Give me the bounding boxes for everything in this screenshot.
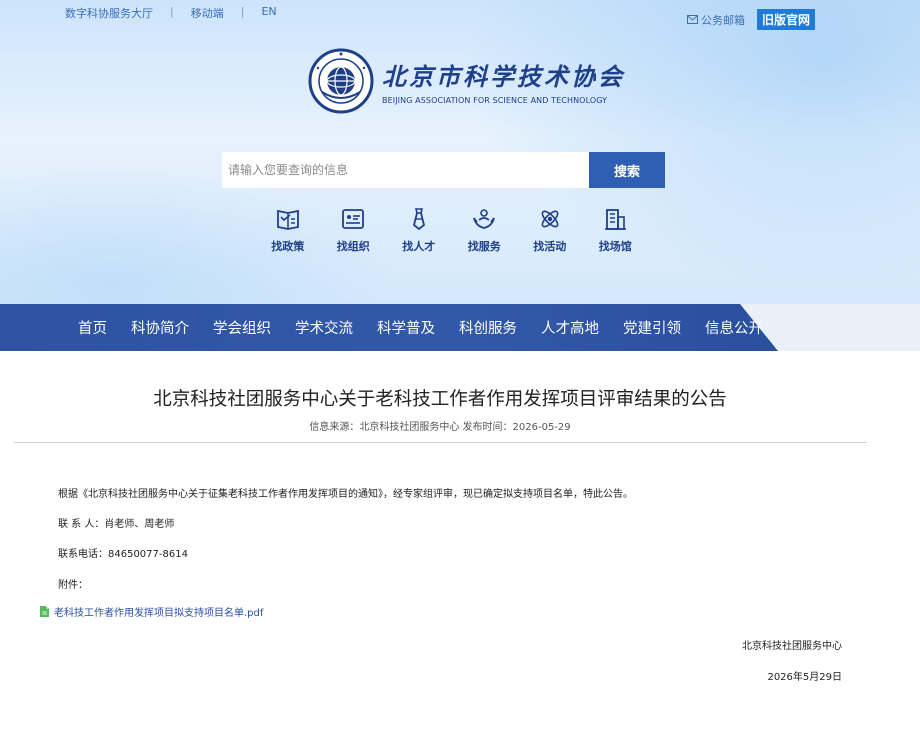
logo-name-cn: 北京市科学技术协会 — [382, 62, 625, 91]
contact-phone: 联系电话：84650077-8614 — [58, 549, 188, 560]
venue-icon — [605, 209, 627, 230]
page-header: 数字科协服务大厅 | 移动端 | EN 公务邮箱 旧版官网 北京市科学技术协会 … — [0, 0, 920, 304]
article-title: 北京科技社团服务中心关于老科技工作者作用发挥项目评审结果的公告 — [153, 389, 727, 410]
attachment-label: 附件： — [58, 580, 88, 591]
nav-item-academic[interactable]: 学术交流 — [283, 317, 365, 338]
mail-icon — [686, 15, 698, 24]
talent-icon — [412, 208, 425, 231]
quick-link-activity[interactable]: 找活动 — [517, 206, 583, 254]
nav-item-science-popularization[interactable]: 科学普及 — [365, 317, 447, 338]
article-date: 2026年5月29日 — [767, 672, 842, 683]
top-links: 数字科协服务大厅 | 移动端 | EN — [65, 5, 277, 21]
mail-link[interactable]: 公务邮箱 — [686, 12, 745, 28]
main-nav: 首页 科协简介 学会组织 学术交流 科学普及 科创服务 人才高地 党建引领 信息… — [0, 304, 920, 351]
old-site-button[interactable]: 旧版官网 — [756, 9, 815, 30]
nav-item-party-building[interactable]: 党建引领 — [611, 317, 693, 338]
policy-icon — [276, 209, 299, 230]
quick-link-label: 找政策 — [271, 240, 305, 253]
service-icon — [473, 209, 496, 229]
quick-link-label: 找活动 — [533, 240, 567, 253]
logo-name-en: BEIJING ASSOCIATION FOR SCIENCE AND TECH… — [382, 96, 608, 105]
quick-link-label: 找场馆 — [598, 240, 632, 253]
quick-link-label: 找组织 — [336, 240, 370, 253]
logo-text: 北京市科学技术协会 BEIJING ASSOCIATION FOR SCIENC… — [382, 57, 625, 105]
attachment-filename: 老科技工作者作用发挥项目拟支持项目名单.pdf — [54, 608, 264, 619]
search-bar: 搜索 — [222, 152, 665, 188]
nav-item-talent[interactable]: 人才高地 — [529, 317, 611, 338]
nav-item-societies[interactable]: 学会组织 — [201, 317, 283, 338]
quick-link-label: 找服务 — [467, 240, 501, 253]
english-link[interactable]: EN — [261, 5, 276, 21]
service-hall-link[interactable]: 数字科协服务大厅 — [65, 5, 153, 21]
mail-label: 公务邮箱 — [700, 13, 745, 27]
article-signature: 北京科技社团服务中心 — [742, 641, 842, 652]
top-right-links: 公务邮箱 旧版官网 — [686, 9, 815, 30]
bast-emblem-icon — [308, 48, 374, 114]
organization-icon — [342, 209, 365, 229]
quick-link-venue[interactable]: 找场馆 — [583, 206, 649, 254]
article-meta: 信息来源：北京科技社团服务中心 发布时间：2026-05-29 — [309, 422, 571, 433]
nav-item-home[interactable]: 首页 — [66, 317, 119, 338]
article-divider — [14, 442, 867, 443]
activity-icon — [541, 210, 559, 228]
document-icon — [40, 606, 49, 617]
quick-links: 找政策 找组织 找人才 找服务 找活动 找场馆 — [255, 206, 648, 254]
site-logo[interactable]: 北京市科学技术协会 BEIJING ASSOCIATION FOR SCIENC… — [308, 48, 625, 114]
nav-items: 首页 科协简介 学会组织 学术交流 科学普及 科创服务 人才高地 党建引领 信息… — [66, 304, 775, 351]
quick-link-label: 找人才 — [402, 240, 436, 253]
quick-link-talent[interactable]: 找人才 — [386, 206, 452, 254]
topbar-separator: | — [170, 5, 174, 18]
nav-item-about[interactable]: 科协简介 — [119, 317, 201, 338]
article-paragraph: 根据《北京科技社团服务中心关于征集老科技工作者作用发挥项目的通知》，经专家组评审… — [58, 489, 633, 500]
nav-item-disclosure[interactable]: 信息公开 — [693, 317, 775, 338]
attachment-link[interactable]: 老科技工作者作用发挥项目拟支持项目名单.pdf — [40, 604, 263, 619]
quick-link-organization[interactable]: 找组织 — [321, 206, 387, 254]
contact-person: 联 系 人：肖老师、周老师 — [58, 519, 175, 530]
search-button[interactable]: 搜索 — [589, 152, 665, 188]
quick-link-service[interactable]: 找服务 — [452, 206, 518, 254]
topbar-separator: | — [240, 5, 245, 18]
search-input[interactable] — [222, 152, 589, 188]
mobile-link[interactable]: 移动端 — [191, 5, 224, 21]
nav-item-innovation-services[interactable]: 科创服务 — [447, 317, 529, 338]
quick-link-policy[interactable]: 找政策 — [255, 206, 321, 254]
